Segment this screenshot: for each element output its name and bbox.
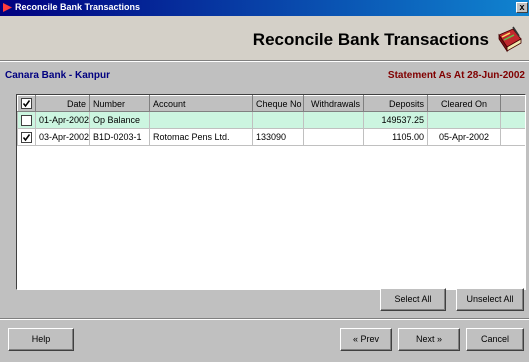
cell-account — [149, 111, 253, 129]
statement-date-label: Statement As At 28-Jun-2002 — [387, 70, 525, 81]
bank-label: Canara Bank - Kanpur — [5, 70, 111, 81]
column-header-account[interactable]: Account — [149, 95, 253, 112]
cell-cheque-no — [252, 111, 304, 129]
cell-deposits: 149537.25 — [363, 111, 428, 129]
footer-divider — [0, 318, 529, 320]
close-button[interactable]: x — [516, 2, 528, 13]
cell-withdrawals — [303, 111, 364, 129]
cell-account: Rotomac Pens Ltd. — [149, 128, 253, 146]
reconcile-window: Reconcile Bank Transactions x Reconcile … — [0, 0, 529, 362]
row-checkbox-box — [21, 131, 32, 143]
row-checkbox-box — [21, 114, 32, 126]
help-button[interactable]: Help — [8, 328, 74, 351]
column-header-cleared-on[interactable]: Cleared On — [427, 95, 501, 112]
unselect-all-label: Unselect All — [466, 294, 514, 304]
unselect-all-button[interactable]: Unselect All — [456, 288, 524, 311]
cell-withdrawals — [303, 128, 364, 146]
cell-date: 01-Apr-2002 — [35, 111, 90, 129]
column-header-filler — [500, 95, 525, 112]
column-header-date[interactable]: Date — [35, 95, 90, 112]
prev-label: « Prev — [352, 334, 379, 344]
ledger-book-icon — [498, 26, 522, 53]
cell-cleared-on[interactable] — [427, 111, 501, 129]
cell-date: 03-Apr-2002 — [35, 128, 90, 146]
row-checkbox[interactable] — [17, 128, 36, 146]
app-icon — [3, 3, 12, 12]
select-all-header-checkbox[interactable] — [17, 95, 36, 112]
table-row[interactable]: 03-Apr-2002 B1D-0203-1 Rotomac Pens Ltd.… — [17, 128, 525, 146]
cell-cleared-on[interactable]: 05-Apr-2002 — [427, 128, 501, 146]
cancel-label: Cancel — [480, 334, 509, 344]
cancel-button[interactable]: Cancel — [466, 328, 524, 351]
column-header-cheque-no[interactable]: Cheque No — [252, 95, 304, 112]
window-title: Reconcile Bank Transactions — [15, 2, 141, 12]
select-all-button[interactable]: Select All — [380, 288, 446, 311]
cell-number: B1D-0203-1 — [89, 128, 150, 146]
table-row[interactable]: 01-Apr-2002 Op Balance 149537.25 — [17, 111, 525, 129]
title-bar[interactable]: Reconcile Bank Transactions x — [0, 0, 529, 16]
page-heading: Reconcile Bank Transactions — [252, 30, 489, 49]
next-button[interactable]: Next » — [398, 328, 460, 351]
prev-button[interactable]: « Prev — [340, 328, 392, 351]
help-label: Help — [31, 334, 51, 344]
cell-deposits: 1105.00 — [363, 128, 428, 146]
cell-filler — [500, 111, 525, 129]
next-label: Next » — [415, 334, 442, 344]
row-checkbox[interactable] — [17, 111, 36, 129]
column-header-number[interactable]: Number — [89, 95, 150, 112]
cell-filler — [500, 128, 525, 146]
header-divider — [0, 60, 529, 62]
transactions-grid[interactable]: Date Number Account Cheque No Withdrawal… — [16, 94, 526, 290]
header-check-icon — [21, 98, 32, 110]
cell-cheque-no: 133090 — [252, 128, 304, 146]
check-icon — [22, 133, 31, 141]
grid-header-row: Date Number Account Cheque No Withdrawal… — [17, 95, 525, 112]
column-header-deposits[interactable]: Deposits — [363, 95, 428, 112]
select-all-label: Select All — [394, 294, 432, 304]
cell-number: Op Balance — [89, 111, 150, 129]
page-header: Reconcile Bank Transactions — [0, 16, 529, 60]
column-header-withdrawals[interactable]: Withdrawals — [303, 95, 364, 112]
